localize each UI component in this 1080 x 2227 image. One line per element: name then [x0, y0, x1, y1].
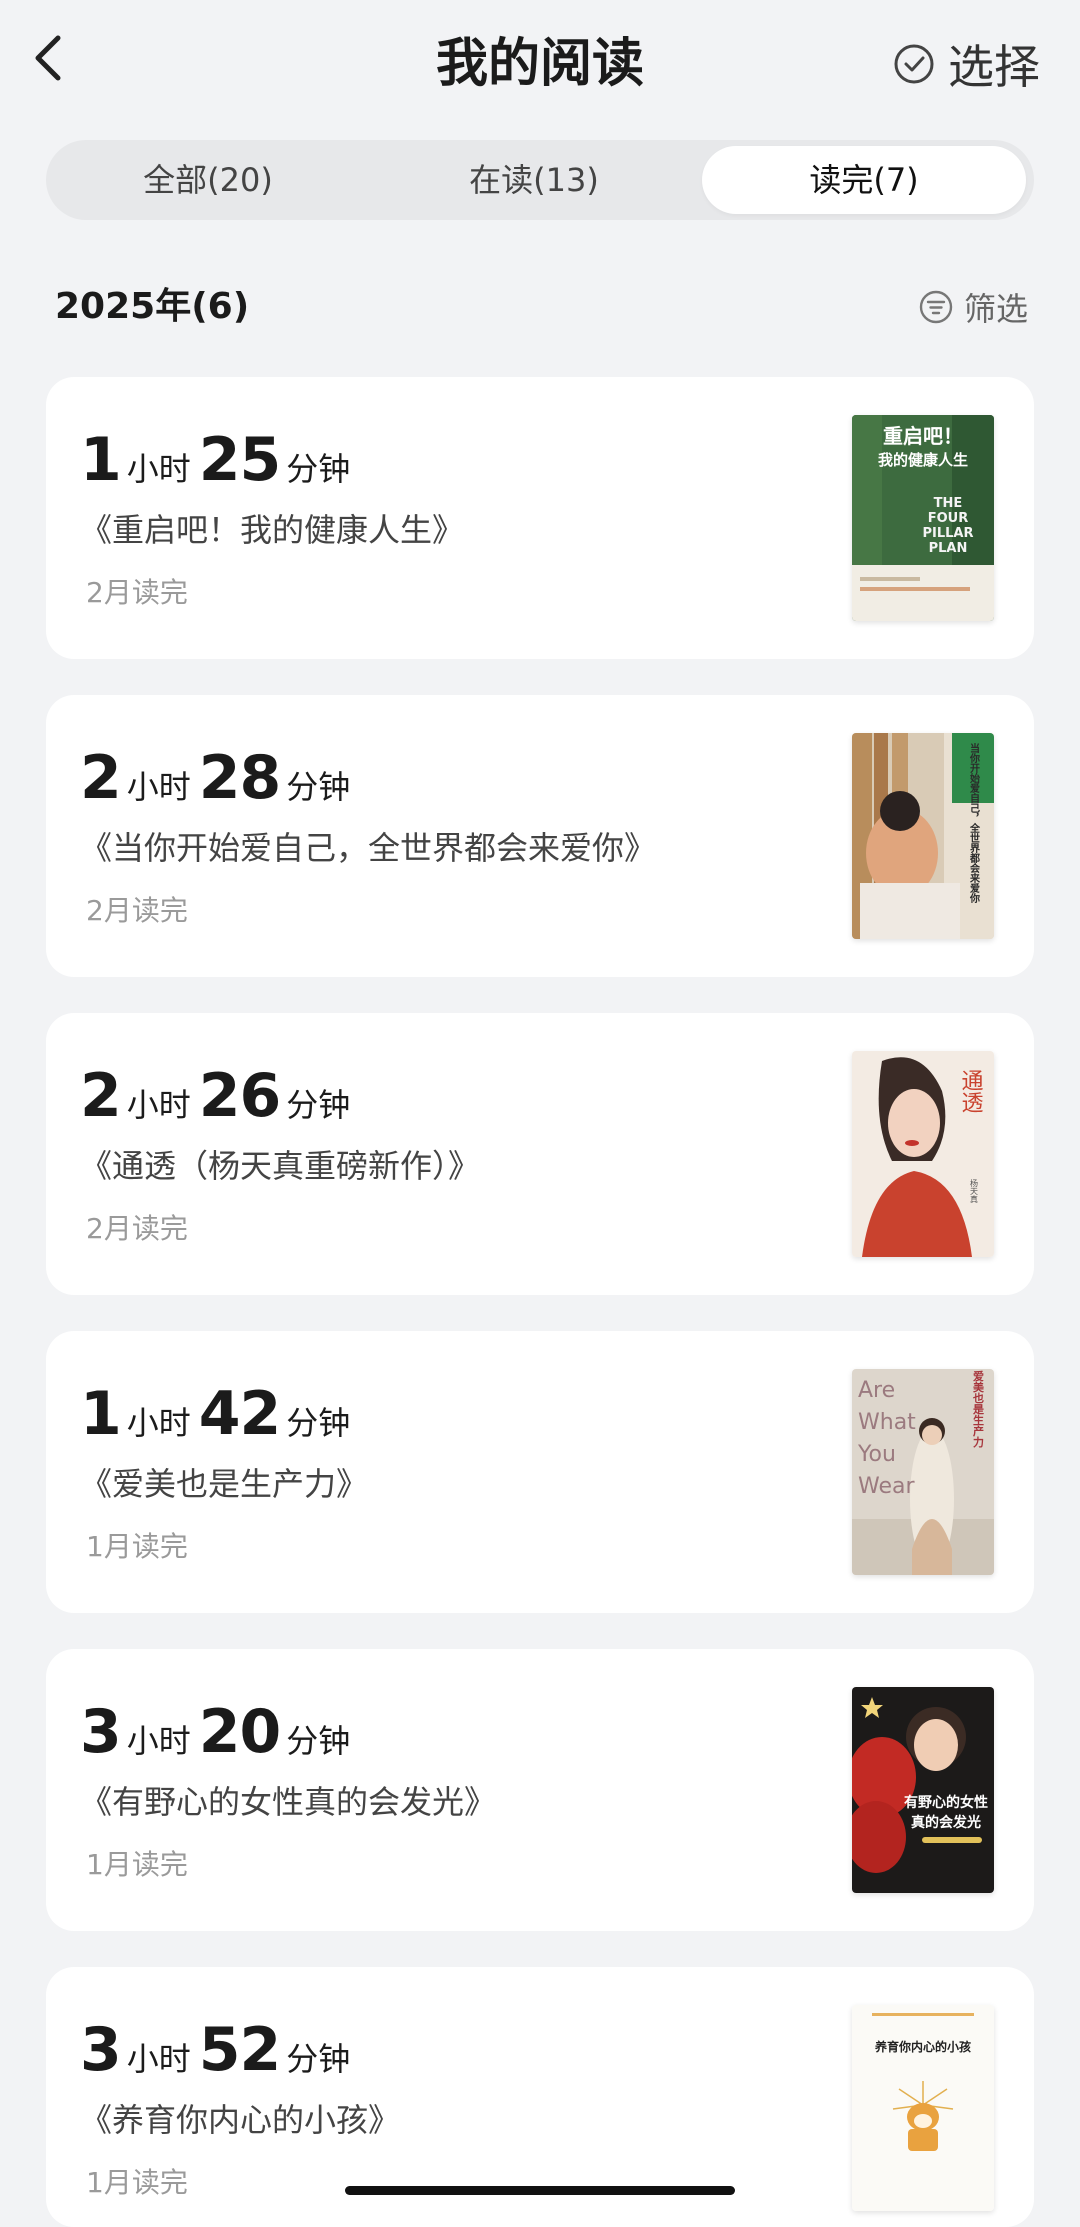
hours-unit: 小时 — [126, 1722, 191, 1760]
book-card[interactable]: 1 小时 42 分钟 《爱美也是生产力》 1月读完 Are What You W… — [46, 1331, 1034, 1613]
cover-image-health: 重启吧！ 我的健康人生 THE FOUR PILLAR PLAN — [852, 415, 994, 621]
cover-en1: Are — [858, 1378, 895, 1403]
hours-value: 2 — [80, 743, 122, 813]
finish-date: 2月读完 — [86, 576, 188, 609]
reading-duration: 3 小时 20 分钟 — [80, 1697, 358, 1767]
book-title: 《养育你内心的小孩》 — [80, 2101, 401, 2139]
hours-value: 1 — [80, 1379, 122, 1449]
finish-date: 1月读完 — [86, 1530, 188, 1563]
book-cover[interactable]: 通透 杨天真 — [852, 1051, 994, 1257]
hours-unit: 小时 — [126, 1086, 191, 1124]
book-title: 《有野心的女性真的会发光》 — [80, 1783, 497, 1821]
cover-image-love-yourself: 当你开始爱自己，全世界都会来爱你 — [852, 733, 994, 939]
reading-duration: 1 小时 42 分钟 — [80, 1379, 358, 1449]
minutes-value: 42 — [198, 1379, 281, 1449]
book-cover[interactable]: 有野心的女性 真的会发光 — [852, 1687, 994, 1893]
tab-bar: 全部(20) 在读(13) 读完(7) — [46, 140, 1034, 220]
hours-unit: 小时 — [126, 450, 191, 488]
finish-date: 1月读完 — [86, 2166, 188, 2199]
cover-en3: You — [857, 1442, 896, 1467]
tab-finished[interactable]: 读完(7) — [702, 146, 1026, 214]
minutes-unit: 分钟 — [286, 1086, 351, 1124]
minutes-value: 52 — [198, 2015, 281, 2085]
filter-label: 筛选 — [963, 290, 1028, 328]
filter-button[interactable]: 筛选 — [918, 282, 1028, 332]
cover-line4: FOUR — [928, 511, 969, 526]
book-cover[interactable]: 重启吧！ 我的健康人生 THE FOUR PILLAR PLAN — [852, 415, 994, 621]
cover-line3: THE — [934, 496, 963, 511]
cover-en4: Wear — [858, 1474, 915, 1499]
hours-unit: 小时 — [126, 1404, 191, 1442]
cover-title: 通透 — [958, 1069, 984, 1113]
hours-value: 1 — [80, 425, 122, 495]
reading-duration: 2 小时 26 分钟 — [80, 1061, 358, 1131]
header: 我的阅读 选择 — [0, 0, 1080, 130]
book-title: 《爱美也是生产力》 — [80, 1465, 369, 1503]
hours-value: 3 — [80, 2015, 122, 2085]
book-cover[interactable]: Are What You Wear 爱美也是生产力 — [852, 1369, 994, 1575]
minutes-unit: 分钟 — [286, 450, 351, 488]
cover-line2: 我的健康人生 — [878, 451, 968, 469]
finish-date: 1月读完 — [86, 1848, 188, 1881]
section-year-title: 2025年(6) — [55, 286, 250, 327]
select-label: 选择 — [948, 40, 1040, 94]
book-title: 《通透（杨天真重磅新作）》 — [80, 1147, 481, 1185]
hours-value: 2 — [80, 1061, 122, 1131]
cover-en2: What — [858, 1410, 916, 1435]
book-card[interactable]: 1 小时 25 分钟 《重启吧！我的健康人生》 2月读完 重启吧！ 我的健康人生… — [46, 377, 1034, 659]
cover-cn: 爱美也是生产力 — [972, 1370, 986, 1448]
filter-icon — [919, 290, 953, 324]
cover-line1: 重启吧！ — [883, 424, 963, 448]
cover-image-tongtou: 通透 杨天真 — [852, 1051, 994, 1257]
reading-duration: 1 小时 25 分钟 — [80, 425, 358, 495]
minutes-value: 20 — [198, 1697, 281, 1767]
minutes-unit: 分钟 — [286, 1722, 351, 1760]
minutes-unit: 分钟 — [286, 768, 351, 806]
minutes-unit: 分钟 — [286, 1404, 351, 1442]
book-cover[interactable]: 养育你内心的小孩 — [852, 2005, 994, 2211]
minutes-value: 25 — [198, 425, 281, 495]
finish-date: 2月读完 — [86, 894, 188, 927]
book-title: 《重启吧！我的健康人生》 — [80, 511, 465, 549]
home-indicator — [345, 2186, 735, 2195]
tab-reading[interactable]: 在读(13) — [372, 146, 696, 214]
cover-line5: PILLAR — [922, 526, 973, 541]
book-title: 《当你开始爱自己，全世界都会来爱你》 — [80, 829, 657, 867]
cover-line1: 有野心的女性 — [904, 1794, 988, 1811]
book-card[interactable]: 2 小时 26 分钟 《通透（杨天真重磅新作）》 2月读完 通透 杨天真 — [46, 1013, 1034, 1295]
cover-image-ambition: 有野心的女性 真的会发光 — [852, 1687, 994, 1893]
finish-date: 2月读完 — [86, 1212, 188, 1245]
reading-duration: 3 小时 52 分钟 — [80, 2015, 358, 2085]
minutes-value: 28 — [198, 743, 281, 813]
cover-image-beauty: Are What You Wear 爱美也是生产力 — [852, 1369, 994, 1575]
tab-all[interactable]: 全部(20) — [46, 146, 370, 214]
minutes-value: 26 — [198, 1061, 281, 1131]
reading-duration: 2 小时 28 分钟 — [80, 743, 358, 813]
cover-line6: PLAN — [929, 541, 968, 556]
minutes-unit: 分钟 — [286, 2040, 351, 2078]
book-card[interactable]: 3 小时 20 分钟 《有野心的女性真的会发光》 1月读完 有野心的女性 真的会… — [46, 1649, 1034, 1931]
hours-unit: 小时 — [126, 2040, 191, 2078]
book-cover[interactable]: 当你开始爱自己，全世界都会来爱你 — [852, 733, 994, 939]
cover-image-inner-child: 养育你内心的小孩 — [852, 2005, 994, 2211]
cover-author: 杨天真 — [970, 1178, 979, 1204]
hours-value: 3 — [80, 1697, 122, 1767]
cover-title: 养育你内心的小孩 — [874, 2039, 971, 2054]
book-card[interactable]: 2 小时 28 分钟 《当你开始爱自己，全世界都会来爱你》 2月读完 当你开始爱… — [46, 695, 1034, 977]
select-button[interactable]: 选择 — [892, 30, 1040, 98]
cover-line2: 真的会发光 — [911, 1814, 981, 1831]
check-circle-icon — [894, 44, 934, 84]
hours-unit: 小时 — [126, 768, 191, 806]
